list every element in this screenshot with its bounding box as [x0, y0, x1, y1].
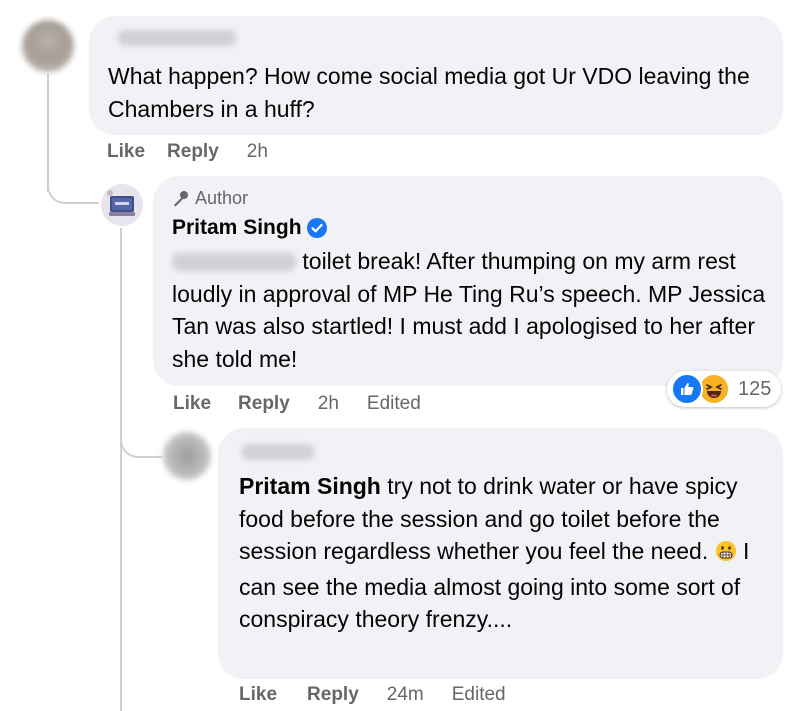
microphone-icon [171, 190, 189, 208]
reaction-summary[interactable]: 125 [667, 371, 782, 407]
reply-comment-text: Pritam Singh try not to drink water or h… [239, 470, 769, 636]
like-button[interactable]: Like [173, 393, 211, 415]
reply-button[interactable]: Reply [307, 684, 359, 706]
comment-timestamp[interactable]: 24m [387, 684, 424, 706]
like-button[interactable]: Like [239, 684, 277, 706]
comment-timestamp[interactable]: 2h [247, 141, 268, 163]
like-icon [671, 373, 703, 405]
thread-line-2 [120, 228, 122, 711]
author-badge: Author [195, 188, 249, 208]
author-comment-text: toilet break! After thumping on my arm r… [172, 245, 767, 375]
thread-curve-1 [47, 168, 99, 204]
reply-button[interactable]: Reply [238, 393, 290, 415]
comment-bubble: What happen? How come social media got U… [89, 16, 783, 135]
replier-name-redacted[interactable] [242, 444, 314, 460]
mention-link[interactable]: Pritam Singh [239, 473, 381, 499]
thread-curve-2 [120, 420, 162, 458]
comment-text: What happen? How come social media got U… [108, 63, 750, 122]
edited-label[interactable]: Edited [367, 393, 421, 415]
like-button[interactable]: Like [107, 141, 145, 163]
author-avatar[interactable] [101, 184, 143, 226]
verified-badge-icon [306, 218, 327, 238]
author-comment-line1: toilet break! After thumping on my [302, 248, 646, 274]
commenter-name-redacted[interactable] [118, 30, 236, 46]
author-name[interactable]: Pritam Singh [172, 216, 302, 240]
reply-comment-bubble: Pritam Singh try not to drink water or h… [218, 428, 783, 679]
edited-label[interactable]: Edited [452, 684, 506, 706]
reaction-count: 125 [738, 377, 772, 400]
author-avatar-image [101, 184, 143, 226]
mentioned-name-redacted[interactable] [172, 253, 296, 271]
reply-button[interactable]: Reply [167, 141, 219, 163]
replier-avatar[interactable] [163, 432, 211, 480]
author-comment-bubble: Author Pritam Singh toilet break! After … [153, 176, 783, 386]
commenter-avatar[interactable] [22, 20, 74, 72]
grimace-emoji-icon [715, 538, 737, 571]
comment-timestamp[interactable]: 2h [318, 393, 339, 415]
